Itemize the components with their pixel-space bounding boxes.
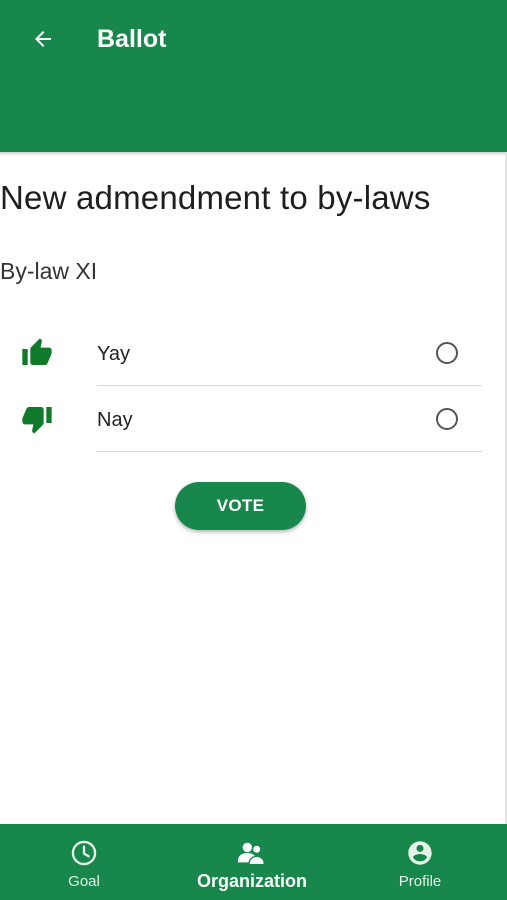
nav-label: Profile: [398, 873, 442, 890]
nav-item-organization[interactable]: Organization: [182, 824, 322, 900]
ballot-subtitle: By-law XI: [0, 258, 98, 284]
app-bar-shadow: [0, 152, 507, 156]
nav-item-goal[interactable]: Goal: [34, 824, 134, 900]
ballot-title: New admendment to by-laws: [0, 179, 431, 216]
vote-button[interactable]: VOTE: [175, 482, 306, 530]
thumbs-down-icon: [22, 407, 52, 434]
clock-icon: [71, 840, 97, 866]
back-button[interactable]: [26, 22, 60, 56]
divider: [97, 451, 482, 452]
group-icon: [237, 842, 265, 866]
bottom-navigation: Goal Organization Profile: [0, 824, 507, 900]
option-nay[interactable]: Nay: [0, 386, 507, 452]
arrow-back-icon: [35, 31, 51, 47]
yay-radio[interactable]: [436, 342, 458, 364]
account-circle-icon: [408, 841, 432, 865]
nav-item-profile[interactable]: Profile: [370, 824, 470, 900]
option-yay[interactable]: Yay: [0, 320, 507, 386]
thumbs-up-icon: [22, 338, 52, 365]
app-bar: Ballot: [0, 0, 507, 152]
nav-label: Goal: [68, 873, 100, 890]
option-label: Nay: [97, 409, 133, 431]
nav-label: Organization: [196, 871, 307, 891]
page-title: Ballot: [97, 25, 167, 53]
nay-radio[interactable]: [436, 408, 458, 430]
option-label: Yay: [97, 343, 130, 365]
